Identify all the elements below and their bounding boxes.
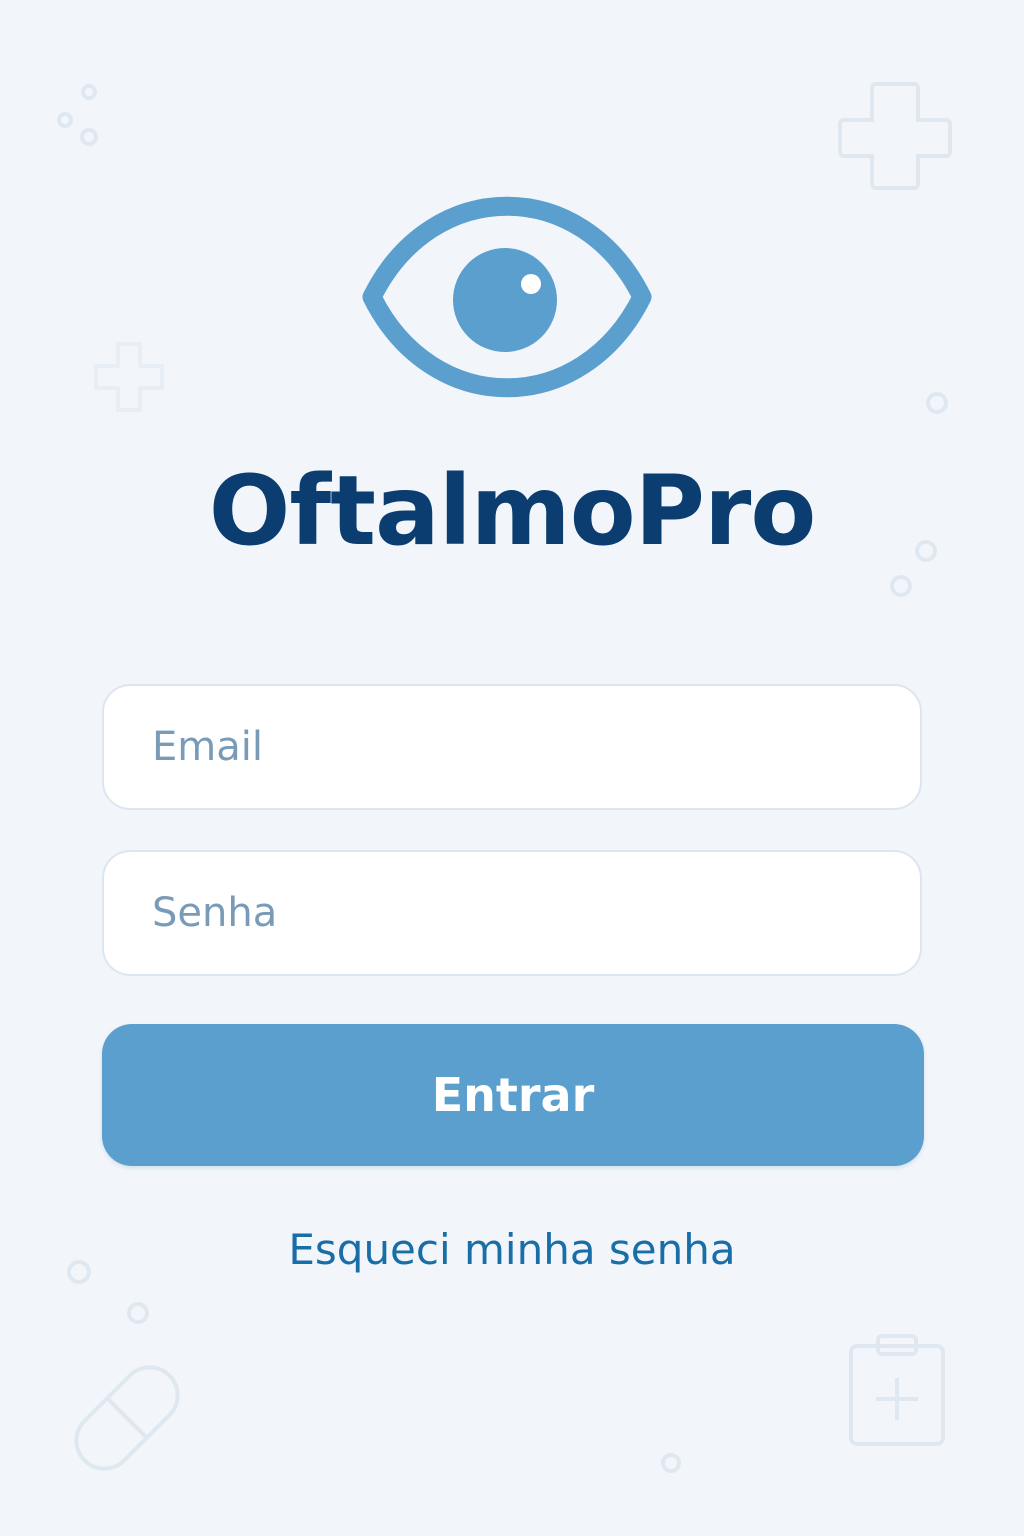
- pill-icon: [74, 1365, 180, 1471]
- email-field[interactable]: [102, 684, 922, 810]
- password-field[interactable]: [102, 850, 922, 976]
- eye-icon: [362, 196, 652, 398]
- login-button[interactable]: Entrar: [102, 1024, 924, 1166]
- clipboard-icon: [849, 1334, 945, 1446]
- forgot-password-link[interactable]: Esqueci minha senha: [0, 1220, 1024, 1280]
- medical-cross-icon: [838, 82, 952, 190]
- medical-cross-icon: [94, 342, 164, 412]
- app-title: OftalmoPro: [208, 455, 817, 567]
